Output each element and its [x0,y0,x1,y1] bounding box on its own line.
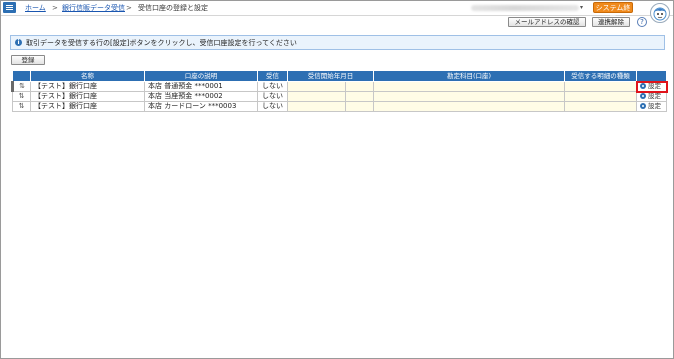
column-header: 口座の説明 [144,70,258,82]
system-exit-button[interactable]: システム終了 [593,2,633,23]
column-header: 受信開始年月日 [287,70,374,82]
breadcrumb-home[interactable]: ホーム [25,4,46,12]
table-row[interactable]: ⇅ 【テスト】銀行口座 本店 当座預金 ***0002 しない 設定 [12,91,668,102]
statement-type-cell [564,91,638,102]
settings-button[interactable]: 設定 [648,93,661,101]
info-text: 取引データを受信する行の[設定]ボタンをクリックし、受信口座設定を行ってください [26,39,297,47]
settings-button[interactable]: 設定 [648,83,661,91]
sort-handle-icon[interactable]: ⇅ [12,101,31,112]
account-name: 【テスト】銀行口座 [30,91,145,102]
statement-type-cell [564,81,638,92]
settings-icon[interactable] [640,83,647,89]
sort-handle-icon[interactable]: ⇅ [12,91,31,102]
app-window: ホーム > 銀行信販データ受信 > 受信口座の登録と設定 ▾ システム終了 メー… [0,0,674,359]
table-header-row: 名称 口座の説明 受信 受信開始年月日 勘定科目(口座) 受信する明細の種類 [12,70,668,82]
settings-button[interactable]: 設定 [648,103,661,111]
start-date-cell [345,81,374,92]
hamburger-menu-icon[interactable] [3,2,16,13]
account-subject-cell [372,91,566,102]
column-header: 勘定科目(口座) [372,70,566,82]
start-date-cell [287,81,346,92]
statement-type-cell [564,101,638,112]
settings-icon[interactable] [640,103,647,109]
account-description: 本店 カードローン ***0003 [144,101,258,112]
breadcrumb-separator: > [126,4,132,12]
start-date-cell [345,101,374,112]
column-header: 名称 [30,70,145,82]
settings-cell[interactable]: 設定 [636,101,668,112]
receive-status: しない [257,101,288,112]
receive-status: しない [257,81,288,92]
sort-handle-icon[interactable]: ⇅ [11,81,31,92]
account-description: 本店 当座預金 ***0002 [144,91,258,102]
account-table: 名称 口座の説明 受信 受信開始年月日 勘定科目(口座) 受信する明細の種類 ⇅… [11,70,668,112]
top-bar: ホーム > 銀行信販データ受信 > 受信口座の登録と設定 ▾ システム終了 [1,1,673,23]
email-check-button[interactable]: メールアドレスの確認 [508,17,586,27]
settings-cell[interactable]: 設定 [636,91,668,102]
settings-icon[interactable] [640,93,647,99]
link-cancel-button[interactable]: 連携解除 [592,17,630,27]
register-button[interactable]: 登録 [11,55,45,65]
start-date-cell [345,91,374,102]
info-icon: i [15,39,22,46]
breadcrumb-section[interactable]: 銀行信販データ受信 [62,4,125,12]
column-header: 受信する明細の種類 [564,70,638,82]
breadcrumb-separator: > [52,4,58,12]
column-header: 受信 [257,70,288,82]
account-description: 本店 普通預金 ***0001 [144,81,258,92]
info-message: i 取引データを受信する行の[設定]ボタンをクリックし、受信口座設定を行ってくだ… [10,35,665,50]
chevron-down-icon[interactable]: ▾ [580,4,583,11]
start-date-cell [287,91,346,102]
column-header [636,70,668,82]
receive-status: しない [257,91,288,102]
account-subject-cell [372,101,566,112]
help-icon[interactable]: ? [637,17,647,27]
user-info-redacted [471,5,579,11]
avatar-icon[interactable] [650,3,670,23]
breadcrumb-current: 受信口座の登録と設定 [138,4,208,12]
table-row[interactable]: ⇅ 【テスト】銀行口座 本店 カードローン ***0003 しない 設定 [12,101,668,112]
account-subject-cell [372,81,566,92]
table-row[interactable]: ⇅ 【テスト】銀行口座 本店 普通預金 ***0001 しない 設定 [11,80,668,93]
account-name: 【テスト】銀行口座 [30,81,145,92]
settings-cell[interactable]: 設定 [635,80,668,93]
column-header [12,70,31,82]
start-date-cell [287,101,346,112]
account-name: 【テスト】銀行口座 [30,101,145,112]
